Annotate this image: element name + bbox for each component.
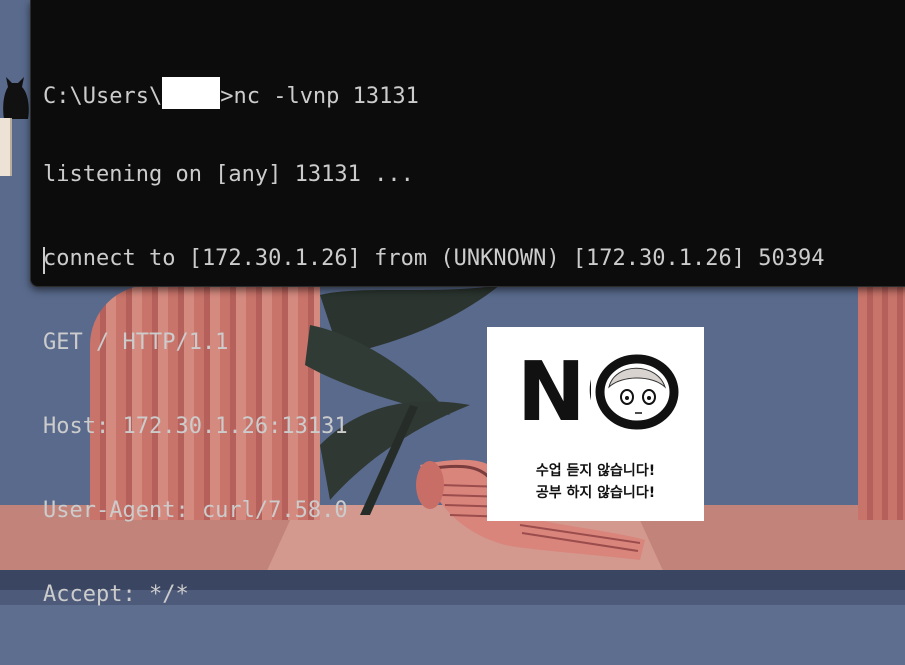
terminal-line: listening on [any] 13131 ...: [43, 162, 414, 187]
terminal-line: Host: 172.30.1.26:13131: [43, 414, 348, 439]
terminal-prompt-line: C:\Users\ >nc -lvnp 13131: [43, 77, 824, 109]
cat-silhouette: [3, 77, 29, 119]
terminal-output: C:\Users\ >nc -lvnp 13131 listening on [a…: [43, 21, 824, 665]
prompt-path: C:\Users\: [43, 84, 163, 109]
curtain-right: [858, 285, 905, 520]
redacted-username: [162, 77, 221, 109]
picture-frame: [0, 118, 12, 176]
terminal-window[interactable]: C:\Users\ >nc -lvnp 13131 listening on [a…: [30, 0, 905, 607]
terminal-line: User-Agent: curl/7.58.0: [43, 498, 348, 523]
terminal-line: connect to [172.30.1.26] from (UNKNOWN) …: [43, 246, 825, 271]
prompt-command: >nc -lvnp 13131: [220, 84, 419, 109]
text-cursor[interactable]: [43, 247, 45, 274]
terminal-line: GET / HTTP/1.1: [43, 330, 229, 355]
